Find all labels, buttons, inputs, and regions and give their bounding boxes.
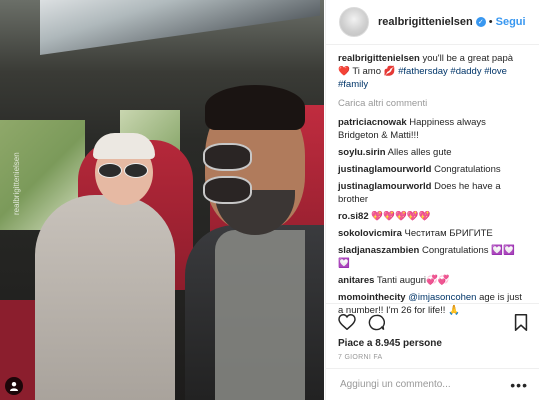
hashtag-link[interactable]: #family xyxy=(338,79,368,90)
comment-text: Alles alles gute xyxy=(387,147,452,158)
comment: soylu.sirin Alles alles gute xyxy=(338,146,528,159)
comment-username[interactable]: momointhecity xyxy=(338,292,406,303)
comment: justinaglamourworld Congratulations xyxy=(338,163,528,176)
follow-button[interactable]: Segui xyxy=(496,16,526,28)
caption-text: you'll be a great papà xyxy=(422,53,514,64)
header-separator: • xyxy=(488,16,493,28)
post-sidebar: realbrigittenielsen ✓ • Segui realbrigit… xyxy=(325,0,539,400)
comment-text: Tanti auguri💞💞 xyxy=(376,275,450,286)
comment-username[interactable]: justinaglamourworld xyxy=(338,181,431,192)
man-sunglasses xyxy=(203,143,303,204)
like-count[interactable]: Piace a 8.945 persone xyxy=(338,338,528,349)
person-icon[interactable] xyxy=(5,377,23,395)
woman-cap xyxy=(93,133,155,159)
comment-username[interactable]: patriciacnowak xyxy=(338,117,407,128)
comment-input[interactable] xyxy=(338,378,511,391)
post-header: realbrigittenielsen ✓ • Segui xyxy=(326,0,539,45)
avatar[interactable] xyxy=(339,7,369,37)
comment: ro.si82 💖💖💖💖💖 xyxy=(338,210,528,223)
kiss-emoji: 💋 xyxy=(383,66,396,77)
comment-username[interactable]: sladjanaszambien xyxy=(338,245,419,256)
comment-username[interactable]: ro.si82 xyxy=(338,211,369,222)
header-username[interactable]: realbrigittenielsen xyxy=(378,16,473,28)
post-timestamp: 7 GIORNI FA xyxy=(338,354,383,361)
photo-watermark: realbrigittenielsen xyxy=(12,152,21,215)
man-scarf xyxy=(215,230,305,400)
verified-badge-icon: ✓ xyxy=(475,17,486,27)
comment-text: Честитам БРИГИТЕ xyxy=(404,228,493,239)
comment-text: Congratulations xyxy=(434,164,501,175)
comments-list: realbrigittenielsen you'll be a great pa… xyxy=(326,45,539,317)
sunroof xyxy=(40,0,320,55)
woman-figure xyxy=(35,195,175,400)
hashtag-link[interactable]: #daddy xyxy=(450,66,481,77)
comment: sladjanaszambien Congratulations 💟💟 💟 xyxy=(338,244,528,270)
comment: patriciacnowak Happiness always Bridgeto… xyxy=(338,116,528,142)
more-options-icon[interactable]: ••• xyxy=(510,377,528,393)
heart-outline-icon[interactable] xyxy=(338,314,356,330)
comment-bubble-icon[interactable] xyxy=(368,314,385,331)
comment: sokolovicmira Честитам БРИГИТЕ xyxy=(338,227,528,240)
comment-username[interactable]: justinaglamourworld xyxy=(338,164,431,175)
heart-emoji: ❤️ xyxy=(338,66,350,77)
comment-username[interactable]: soylu.sirin xyxy=(338,147,386,158)
comment-username[interactable]: anitares xyxy=(338,275,374,286)
caption-username[interactable]: realbrigittenielsen xyxy=(338,53,420,64)
mention-link[interactable]: @imjasoncohen xyxy=(408,292,476,303)
post-photo[interactable]: realbrigittenielsen xyxy=(0,0,324,400)
load-more-comments[interactable]: Carica altri commenti xyxy=(338,97,528,110)
comment-text: 💖💖💖💖💖 xyxy=(371,211,431,222)
instagram-post: realbrigittenielsen realbrigittenielsen … xyxy=(0,0,539,400)
comment: justinaglamourworld Does he have a broth… xyxy=(338,180,528,206)
add-comment-bar: ••• xyxy=(326,368,539,400)
caption: realbrigittenielsen you'll be a great pa… xyxy=(338,52,528,91)
caption-text-2: Ti amo xyxy=(352,66,381,77)
hashtag-link[interactable]: #fathersday xyxy=(398,66,448,77)
woman-sunglasses xyxy=(98,163,150,178)
comment: anitares Tanti auguri💞💞 xyxy=(338,274,528,287)
action-icons xyxy=(338,312,528,332)
man-hair xyxy=(205,85,305,130)
comment-username[interactable]: sokolovicmira xyxy=(338,228,402,239)
bookmark-icon[interactable] xyxy=(514,313,528,331)
hashtag-link[interactable]: #love xyxy=(484,66,507,77)
action-bar: Piace a 8.945 persone 7 GIORNI FA xyxy=(326,303,539,361)
